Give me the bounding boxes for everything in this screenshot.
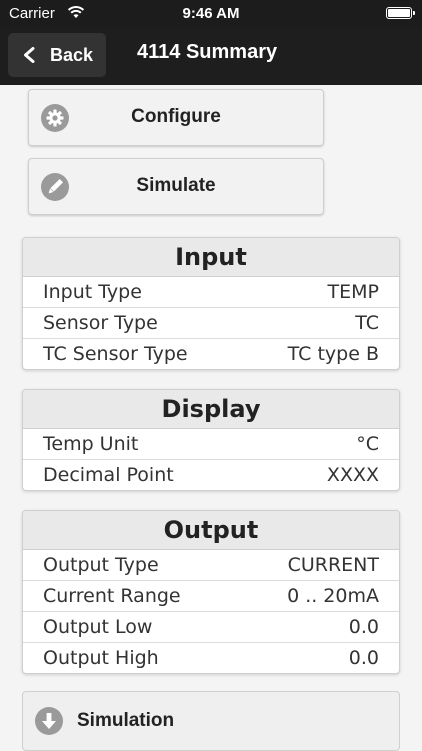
simulation-label: Simulation xyxy=(77,710,175,731)
row-label: Temp Unit xyxy=(43,433,139,455)
output-high-row: Output High 0.0 xyxy=(23,643,399,673)
simulation-section-button[interactable]: Simulation xyxy=(22,691,400,751)
simulate-label: Simulate xyxy=(136,175,216,196)
clock-time: 9:46 AM xyxy=(182,5,240,22)
row-value: TC type B xyxy=(287,343,379,365)
row-label: Current Range xyxy=(43,585,181,607)
sensor-type-row: Sensor Type TC xyxy=(23,308,399,339)
back-button[interactable]: Back xyxy=(8,33,106,77)
battery-icon xyxy=(386,7,415,19)
current-range-row: Current Range 0 .. 20mA xyxy=(23,581,399,612)
output-card: Output Output Type CURRENT Current Range… xyxy=(22,510,400,674)
output-type-row: Output Type CURRENT xyxy=(23,550,399,581)
input-type-row: Input Type TEMP xyxy=(23,277,399,308)
decimal-point-row: Decimal Point XXXX xyxy=(23,460,399,490)
row-label: Output Low xyxy=(43,616,153,638)
row-value: 0.0 xyxy=(348,647,379,669)
row-label: TC Sensor Type xyxy=(43,343,188,365)
simulate-button[interactable]: Simulate xyxy=(28,158,324,215)
row-value: °C xyxy=(356,433,379,455)
display-card: Display Temp Unit °C Decimal Point XXXX xyxy=(22,389,400,491)
output-card-title: Output xyxy=(23,511,399,550)
back-label: Back xyxy=(50,45,94,65)
arrow-down-circle-icon xyxy=(35,707,63,735)
row-value: TC xyxy=(355,312,379,334)
input-card-title: Input xyxy=(23,238,399,277)
temp-unit-row: Temp Unit °C xyxy=(23,429,399,460)
page-title: 4114 Summary xyxy=(137,41,278,63)
status-bar: Carrier 9:46 AM xyxy=(0,0,422,28)
row-value: 0.0 xyxy=(348,616,379,638)
row-label: Output Type xyxy=(43,554,159,576)
row-value: 0 .. 20mA xyxy=(287,585,379,607)
tc-sensor-type-row: TC Sensor Type TC type B xyxy=(23,339,399,369)
row-label: Input Type xyxy=(43,281,142,303)
chevron-left-icon xyxy=(24,47,35,63)
row-label: Sensor Type xyxy=(43,312,158,334)
display-card-title: Display xyxy=(23,390,399,429)
input-card: Input Input Type TEMP Sensor Type TC TC … xyxy=(22,237,400,370)
row-value: TEMP xyxy=(327,281,379,303)
output-low-row: Output Low 0.0 xyxy=(23,612,399,643)
configure-label: Configure xyxy=(131,106,221,127)
row-value: XXXX xyxy=(326,464,379,486)
row-value: CURRENT xyxy=(287,554,379,576)
configure-button[interactable]: Configure xyxy=(28,89,324,146)
row-label: Output High xyxy=(43,647,159,669)
row-label: Decimal Point xyxy=(43,464,174,486)
navigation-bar: Back 4114 Summary xyxy=(0,28,422,85)
